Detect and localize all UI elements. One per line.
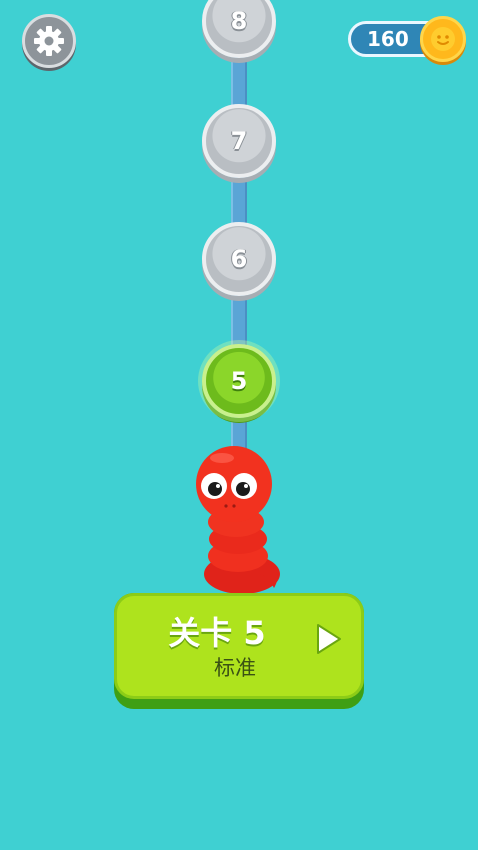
play-level-button[interactable]: 关卡 5 标准 xyxy=(114,593,364,709)
level-number: 5 xyxy=(230,367,248,395)
level-number: 7 xyxy=(230,127,248,155)
play-level-title: 关卡 5 xyxy=(168,614,266,652)
worm-character xyxy=(196,446,280,594)
coin-counter[interactable]: 160 xyxy=(348,16,466,62)
play-triangle-icon xyxy=(317,624,341,654)
gear-icon xyxy=(34,26,64,56)
level-node-5-current[interactable]: 5 xyxy=(202,344,276,418)
level-node-7[interactable]: 7 xyxy=(202,104,276,178)
coin-count: 160 xyxy=(367,27,409,51)
level-node-8[interactable]: 8 xyxy=(202,0,276,58)
level-number: 8 xyxy=(230,7,248,35)
level-node-6[interactable]: 6 xyxy=(202,222,276,296)
play-level-mode: 标准 xyxy=(214,656,256,680)
play-level-button-face: 关卡 5 标准 xyxy=(114,593,364,699)
coin-icon xyxy=(420,16,466,62)
settings-button[interactable] xyxy=(22,14,76,68)
level-number: 6 xyxy=(230,245,248,273)
